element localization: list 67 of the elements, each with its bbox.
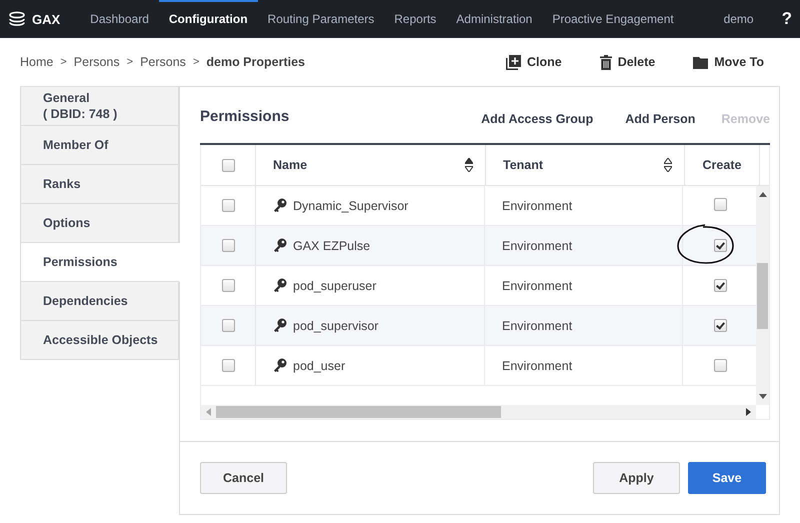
vertical-scrollbar[interactable]	[756, 186, 769, 405]
checkbox[interactable]	[714, 279, 726, 292]
checkbox[interactable]	[714, 359, 726, 372]
column-header[interactable]: Create	[685, 145, 760, 185]
checkbox[interactable]	[714, 239, 726, 252]
nav-tab[interactable]: Reports	[384, 0, 446, 38]
table-cell: pod_supervisor	[293, 318, 378, 332]
key-icon	[273, 278, 287, 293]
checkbox[interactable]	[222, 319, 234, 332]
trash-icon	[600, 54, 612, 70]
breadcrumb-separator: >	[60, 56, 67, 68]
checkbox[interactable]	[222, 158, 234, 172]
brand-name: GAX	[32, 12, 60, 26]
breadcrumb-link[interactable]: Home	[20, 55, 54, 69]
toolbar-action[interactable]: Move To	[693, 54, 764, 70]
breadcrumb-link[interactable]: Persons	[74, 55, 120, 69]
checkbox[interactable]	[222, 279, 234, 292]
checkbox[interactable]	[714, 198, 726, 211]
table-cell: Environment	[502, 358, 572, 372]
database-icon	[8, 11, 26, 27]
toolbar-action[interactable]: Clone	[506, 54, 562, 70]
sidebar-tab[interactable]: Accessible Objects	[20, 321, 179, 360]
nav-tab[interactable]: Configuration	[158, 0, 258, 38]
key-icon	[273, 198, 287, 213]
breadcrumb-current: demo Properties	[206, 55, 306, 69]
sidebar-tab[interactable]: Options	[20, 204, 179, 243]
table-cell: Environment	[502, 238, 572, 252]
table-cell: Environment	[502, 318, 572, 332]
checkbox[interactable]	[714, 319, 726, 332]
add-copy-icon	[506, 54, 521, 70]
key-icon	[273, 358, 287, 373]
sidebar-tab[interactable]: Dependencies	[20, 282, 179, 321]
sidebar-tab[interactable]: General ( DBID: 748 )	[20, 86, 179, 126]
nav-tab[interactable]: Dashboard	[80, 0, 159, 38]
nav-tab[interactable]: Routing Parameters	[258, 0, 384, 38]
checkbox[interactable]	[222, 239, 234, 252]
cancel-button[interactable]: Cancel	[200, 462, 287, 494]
table-cell: pod_user	[293, 358, 346, 372]
toolbar-action[interactable]: Delete	[600, 54, 656, 70]
save-button[interactable]: Save	[688, 462, 766, 494]
horizontal-scrollbar[interactable]	[201, 405, 756, 419]
key-icon	[273, 238, 287, 253]
key-icon	[273, 318, 287, 333]
apply-button[interactable]: Apply	[593, 462, 680, 494]
breadcrumb-separator: >	[126, 56, 134, 68]
table-cell: Environment	[502, 198, 572, 212]
section-action[interactable]: Add Access Group	[481, 112, 594, 126]
column-header[interactable]: Name	[256, 145, 486, 185]
checkbox[interactable]	[222, 359, 234, 372]
sidebar-tab[interactable]: Member Of	[20, 126, 179, 165]
nav-tab[interactable]: Administration	[446, 0, 542, 38]
table-cell: Dynamic_Supervisor	[293, 198, 408, 212]
table-cell: pod_superuser	[293, 278, 376, 292]
user-menu[interactable]: demo	[704, 0, 774, 38]
breadcrumb-link[interactable]: Persons	[140, 55, 186, 69]
nav-tab[interactable]: Proactive Engagement	[542, 0, 684, 38]
section-action[interactable]: Add Person	[625, 112, 696, 126]
section-title: Permissions	[200, 108, 290, 124]
checkbox[interactable]	[222, 199, 234, 212]
help-button[interactable]: ?	[774, 0, 800, 38]
sidebar-tab[interactable]: Permissions	[20, 243, 180, 282]
column-header[interactable]: Tenant	[486, 145, 685, 185]
sidebar-tab[interactable]: Ranks	[20, 165, 179, 204]
folder-icon	[693, 56, 708, 68]
table-cell: Environment	[502, 278, 572, 292]
table-cell: GAX EZPulse	[293, 238, 370, 252]
breadcrumb-separator: >	[192, 56, 200, 68]
